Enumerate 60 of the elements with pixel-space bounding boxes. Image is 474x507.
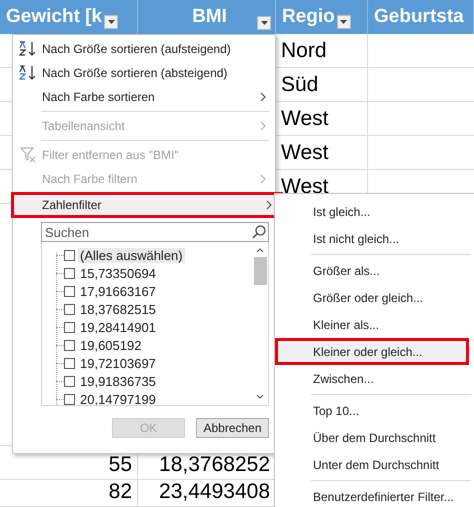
filter-dropdown-button[interactable] — [336, 15, 351, 29]
value-option[interactable]: 17,91663167 — [78, 284, 158, 298]
filter-dropdown-button[interactable] — [257, 16, 271, 30]
value-option[interactable]: 20,14797199 — [78, 392, 158, 405]
menu-item[interactable]: Kleiner als... — [275, 311, 474, 338]
checkbox[interactable] — [64, 268, 75, 278]
chevron-up-icon — [256, 248, 264, 253]
menu-item[interactable]: Zwischen... — [275, 365, 474, 392]
checkbox[interactable] — [64, 340, 75, 350]
table-cell: West — [281, 174, 328, 198]
table-cell: 23,4493408 — [159, 480, 270, 504]
table-cell: Nord — [281, 38, 327, 62]
menu-item[interactable]: Größer als... — [275, 257, 474, 284]
menu-item[interactable]: Über dem Durchschnitt — [275, 424, 474, 451]
value-option[interactable]: 19,28414901 — [78, 320, 158, 334]
menu-item[interactable]: Kleiner oder gleich... — [275, 338, 469, 365]
column-header: Regio — [282, 6, 335, 28]
scrollbar-thumb[interactable] — [254, 257, 266, 285]
table-cell: West — [281, 106, 328, 130]
caret-icon — [108, 20, 115, 24]
menu-item[interactable]: Nach Farbe sortieren — [14, 85, 274, 109]
search-field[interactable]: Suchen — [41, 222, 269, 242]
column-header: Geburtsta — [374, 6, 464, 28]
caret-icon — [260, 21, 268, 25]
value-option[interactable]: 19,91836735 — [78, 374, 158, 388]
column-header: Gewicht [k — [6, 6, 102, 28]
checkbox[interactable] — [64, 304, 75, 314]
chevron-down-icon — [256, 394, 264, 399]
value-option[interactable]: 15,73350694 — [78, 266, 158, 280]
column-header: BMI — [192, 6, 227, 28]
table-cell: Süd — [281, 72, 318, 96]
menu-item[interactable]: Ist nicht gleich... — [275, 225, 474, 252]
table-cell: 55 — [108, 453, 132, 477]
table-cell: 18,3768252 — [159, 453, 270, 477]
checkbox[interactable] — [64, 286, 75, 296]
caret-icon — [340, 20, 348, 24]
menu-item[interactable]: Unter dem Durchschnitt — [275, 451, 474, 478]
value-option[interactable]: 18,37682515 — [78, 302, 158, 316]
value-option[interactable]: 19,605192 — [78, 338, 144, 352]
table-cell: 82 — [108, 480, 132, 504]
checkbox[interactable] — [64, 394, 75, 404]
dialog-button[interactable]: Abbrechen — [196, 418, 269, 438]
checkbox[interactable] — [64, 322, 75, 332]
menu-item[interactable]: Benutzerdefinierter Filter... — [275, 483, 474, 507]
clear-filter-icon — [20, 147, 36, 163]
menu-item[interactable]: Größer oder gleich... — [275, 284, 474, 311]
sort-icon — [19, 41, 37, 57]
search-icon — [252, 225, 266, 239]
menu-item[interactable]: Nach Größe sortieren (absteigend) — [14, 61, 274, 85]
table-cell: West — [281, 140, 328, 164]
checkbox[interactable] — [64, 376, 75, 386]
menu-item[interactable]: Nach Größe sortieren (aufsteigend) — [14, 37, 274, 61]
menu-item[interactable]: Zahlenfilter — [11, 192, 283, 218]
checkbox[interactable] — [64, 358, 75, 368]
value-option[interactable]: 19,72103697 — [78, 356, 158, 370]
value-option[interactable]: (Alles auswählen) — [78, 248, 185, 262]
menu-item[interactable]: Top 10... — [275, 397, 474, 424]
checkbox[interactable] — [64, 250, 75, 260]
filter-dropdown-button[interactable] — [104, 15, 118, 29]
sort-icon — [19, 65, 37, 81]
